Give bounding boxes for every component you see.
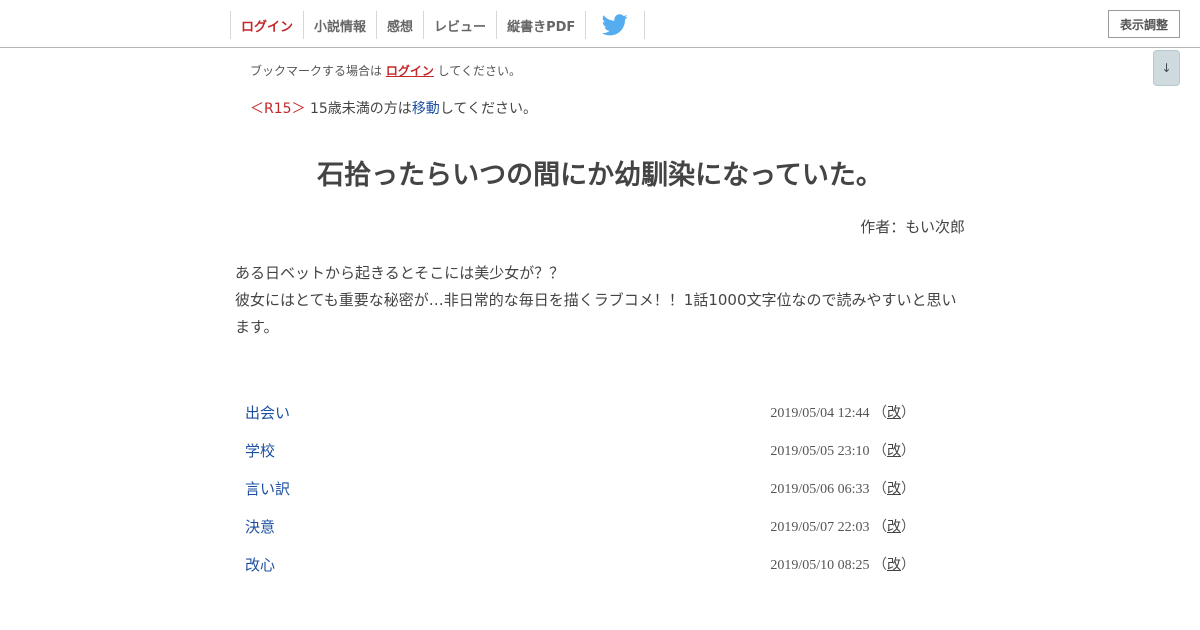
bookmark-note-text: ブックマークする場合は	[250, 64, 386, 78]
summary-line: 彼女にはとても重要な秘密が…非日常的な毎日を描くラブコメ！！1話1000文字位な…	[235, 291, 957, 336]
display-settings-button[interactable]: 表示調整	[1108, 10, 1180, 38]
chapter-title-link[interactable]: 学校	[245, 440, 275, 461]
scroll-down-button[interactable]: ↓	[1153, 50, 1180, 86]
bookmark-login-notice: ブックマークする場合は ログイン してください。	[250, 62, 521, 79]
chapter-date: 2019/05/05 23:10 （改）	[770, 444, 915, 459]
nav-impressions-link[interactable]: 感想	[377, 11, 425, 39]
chapter-row: 改心 2019/05/10 08:25 （改）	[235, 545, 965, 583]
bookmark-note-suffix: してください。	[433, 64, 521, 78]
top-navigation-bar: ログイン 小説情報 感想 レビュー 縦書きPDF 表示調整	[0, 0, 1200, 48]
chapter-title-link[interactable]: 出会い	[245, 402, 290, 423]
twitter-bird-icon	[602, 14, 628, 36]
chapter-date: 2019/05/06 06:33 （改）	[770, 482, 915, 497]
twitter-share-button[interactable]	[586, 11, 646, 39]
r15-note-text: 15歳未満の方は	[305, 101, 412, 117]
r15-note-suffix: してください。	[439, 101, 537, 117]
r15-tag: ＜R15＞	[250, 101, 306, 117]
nav-vertical-pdf-link[interactable]: 縦書きPDF	[497, 11, 587, 39]
chapter-revised-link[interactable]: 改	[887, 444, 901, 459]
chapter-revised-link[interactable]: 改	[887, 558, 901, 573]
chapter-revised-link[interactable]: 改	[887, 520, 901, 535]
chapter-row: 決意 2019/05/07 22:03 （改）	[235, 507, 965, 545]
chapter-date: 2019/05/04 12:44 （改）	[770, 406, 915, 421]
chapter-title-link[interactable]: 言い訳	[245, 478, 290, 499]
chapter-date: 2019/05/07 22:03 （改）	[770, 520, 915, 535]
chapter-date-text: 2019/05/04 12:44	[770, 406, 870, 421]
chapter-date-text: 2019/05/06 06:33	[770, 482, 870, 497]
chapter-date: 2019/05/10 08:25 （改）	[770, 558, 915, 573]
nav-novel-info-link[interactable]: 小説情報	[304, 11, 378, 39]
nav-review-link[interactable]: レビュー	[424, 11, 498, 39]
novel-summary: ある日ベットから起きるとそこには美少女が？？ 彼女にはとても重要な秘密が…非日常…	[235, 260, 965, 341]
chapter-revised-link[interactable]: 改	[887, 406, 901, 421]
bookmark-login-link[interactable]: ログイン	[386, 64, 434, 78]
chapter-list: 出会い 2019/05/04 12:44 （改） 学校 2019/05/05 2…	[235, 393, 965, 583]
nav-login-link[interactable]: ログイン	[231, 11, 305, 39]
chapter-date-text: 2019/05/10 08:25	[770, 558, 870, 573]
chapter-revised-link[interactable]: 改	[887, 482, 901, 497]
main-nav: ログイン 小説情報 感想 レビュー 縦書きPDF	[230, 11, 646, 39]
r15-notice: ＜R15＞ 15歳未満の方は移動してください。	[250, 98, 537, 118]
chapter-date-text: 2019/05/07 22:03	[770, 520, 870, 535]
chapter-row: 出会い 2019/05/04 12:44 （改）	[235, 393, 965, 431]
novel-title: 石拾ったらいつの間にか幼馴染になっていた。	[317, 160, 883, 191]
summary-line: ある日ベットから起きるとそこには美少女が？？	[235, 264, 565, 282]
chapter-date-text: 2019/05/05 23:10	[770, 444, 870, 459]
chapter-title-link[interactable]: 改心	[245, 554, 275, 575]
chapter-title-link[interactable]: 決意	[245, 516, 275, 537]
chapter-row: 言い訳 2019/05/06 06:33 （改）	[235, 469, 965, 507]
chapter-row: 学校 2019/05/05 23:10 （改）	[235, 431, 965, 469]
novel-author: 作者：もい次郎	[860, 218, 965, 236]
r15-move-link[interactable]: 移動	[412, 101, 440, 117]
